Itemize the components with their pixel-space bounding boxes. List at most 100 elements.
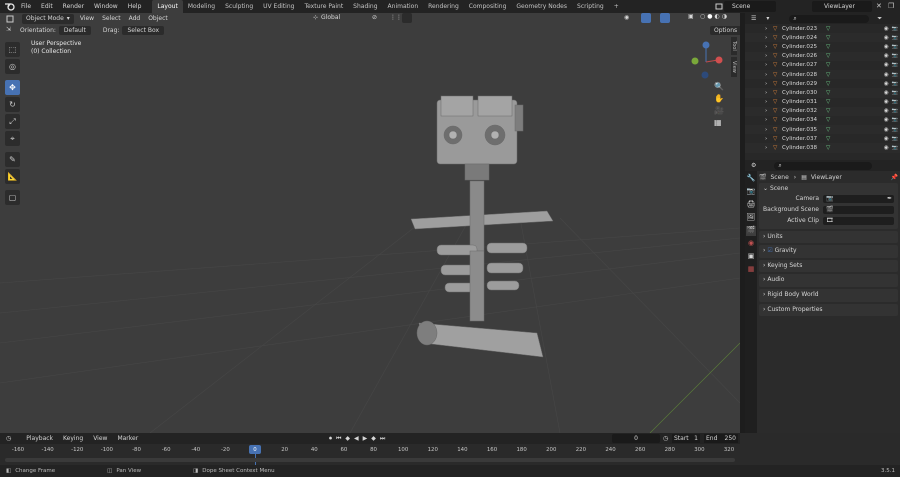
scene-selector[interactable]: Scene [724, 1, 776, 12]
vertex-data-icon[interactable]: ▽ [826, 117, 830, 123]
tab-shading[interactable]: Shading [348, 0, 382, 13]
copy-icon[interactable]: ❐ [888, 2, 894, 10]
eye-icon[interactable]: ◉ [884, 108, 889, 114]
filter-icon[interactable]: ⏷ [877, 15, 882, 23]
grid-perspective-icon[interactable]: ▦ [714, 118, 724, 127]
vertex-data-icon[interactable]: ▽ [826, 99, 830, 105]
timeline-menu-keying[interactable]: Keying [58, 435, 88, 442]
timeline-menu-playback[interactable]: Playback [21, 435, 58, 442]
options-button[interactable]: Options [710, 26, 740, 35]
sidebar-tab-view[interactable]: View [731, 56, 737, 77]
eye-icon[interactable]: ◉ [884, 62, 889, 68]
vertex-data-icon[interactable]: ▽ [826, 136, 830, 142]
vertex-data-icon[interactable]: ▽ [826, 90, 830, 96]
wireframe-shading-icon[interactable]: ○ [700, 13, 705, 20]
start-frame-field[interactable]: Start 1 [672, 434, 700, 443]
output-tab-icon[interactable]: 🖨 [746, 200, 756, 210]
chevron-right-icon[interactable]: › [765, 145, 773, 151]
display-mode-icon[interactable]: ▾ [766, 15, 769, 22]
menu-item-render[interactable]: Render [58, 0, 89, 13]
jump-start-icon[interactable]: ⏮ [336, 435, 341, 443]
add-cube-tool-icon[interactable]: ▢ [5, 190, 20, 205]
material-shading-icon[interactable]: ◐ [715, 13, 720, 20]
world-tab-icon[interactable]: ◉ [746, 239, 756, 249]
close-icon[interactable]: ✕ [876, 2, 882, 10]
play-icon[interactable]: ▶ [363, 435, 368, 443]
outliner-row[interactable]: › ▽ Cylinder.035 ▽ ◉ 📷 [745, 125, 900, 135]
move-tool-icon[interactable]: ✥ [5, 80, 20, 95]
vertex-data-icon[interactable]: ▽ [826, 81, 830, 87]
outliner-search-input[interactable]: ⌕ [789, 14, 870, 23]
menu-item-file[interactable]: File [16, 0, 36, 13]
chevron-right-icon[interactable]: › [765, 72, 773, 78]
eye-icon[interactable]: ◉ [884, 136, 889, 142]
solid-shading-icon[interactable]: ● [707, 13, 712, 20]
eye-icon[interactable]: ◉ [884, 44, 889, 50]
outliner-row[interactable]: › ▽ Cylinder.029 ▽ ◉ 📷 [745, 79, 900, 88]
properties-search-input[interactable]: ⌕ [774, 161, 873, 170]
annotate-tool-icon[interactable]: ✎ [5, 152, 20, 167]
outliner-row[interactable]: › ▽ Cylinder.024 ▽ ◉ 📷 [745, 33, 900, 43]
gizmo-toggle-icon[interactable] [641, 13, 651, 23]
collection-tab-icon[interactable]: ▣ [746, 252, 756, 262]
outliner-row[interactable]: › ▽ Cylinder.032 ▽ ◉ 📷 [745, 106, 900, 116]
vertex-data-icon[interactable]: ▽ [826, 53, 830, 59]
eye-icon[interactable]: ◉ [884, 26, 889, 32]
current-frame-field[interactable]: 0 [612, 434, 660, 443]
active-clip-field[interactable]: 🎞 [823, 217, 894, 226]
menu-item-edit[interactable]: Edit [36, 0, 58, 13]
chevron-right-icon[interactable]: › [765, 26, 773, 32]
chevron-right-icon[interactable]: › [765, 108, 773, 114]
3d-viewport[interactable]: Object Mode ▾ View Select Add Object ⊹ Glob… [0, 13, 740, 433]
viewport-menu-view[interactable]: View [76, 15, 98, 22]
orientation-dropdown[interactable]: Default [58, 25, 91, 35]
render-visibility-icon[interactable]: 📷 [892, 44, 898, 50]
scale-tool-icon[interactable]: ⤢ [5, 114, 20, 129]
next-keyframe-icon[interactable]: ◆ [371, 435, 376, 443]
play-reverse-icon[interactable]: ◀ [354, 435, 359, 443]
panel-custom-properties[interactable]: › Custom Properties [759, 303, 898, 317]
tab-texture-paint[interactable]: Texture Paint [299, 0, 348, 13]
chevron-right-icon[interactable]: › [765, 35, 773, 41]
outliner-row[interactable]: › ▽ Cylinder.034 ▽ ◉ 📷 [745, 116, 900, 125]
timeline-editor-icon[interactable]: ◷ [6, 435, 11, 442]
proportional-edit-icon[interactable] [402, 13, 412, 23]
rotate-tool-icon[interactable]: ↻ [5, 97, 20, 112]
chevron-right-icon[interactable]: › [765, 117, 773, 123]
panel-keying-sets[interactable]: › Keying Sets [759, 259, 898, 273]
render-visibility-icon[interactable]: 📷 [892, 136, 898, 142]
chevron-right-icon[interactable]: › [765, 99, 773, 105]
eyedropper-icon[interactable]: ✒ [887, 195, 892, 204]
outliner-row[interactable]: › ▽ Cylinder.025 ▽ ◉ 📷 [745, 42, 900, 51]
frame-ruler[interactable]: -160 -140 -120 -100 -80 -60 -40 -20 0 20 40 60 80 100… [0, 445, 740, 457]
snap-target-icon[interactable]: ⋮⋮ [390, 14, 402, 21]
viewport-menu-object[interactable]: Object [144, 15, 172, 22]
render-visibility-icon[interactable]: 📷 [892, 62, 898, 68]
transform-orientation-dropdown[interactable]: ⊹ Global [313, 14, 340, 21]
xray-icon[interactable]: ▣ [688, 13, 694, 20]
sidebar-tab-tool[interactable]: Tool [731, 37, 737, 55]
render-visibility-icon[interactable]: 📷 [892, 53, 898, 59]
render-visibility-icon[interactable]: 📷 [892, 99, 898, 105]
eye-icon[interactable]: ◉ [884, 81, 889, 87]
camera-field[interactable]: 📷 ✒ [823, 195, 894, 204]
chevron-right-icon[interactable]: › [765, 62, 773, 68]
eye-icon[interactable]: ◉ [884, 72, 889, 78]
eye-icon[interactable]: ◉ [884, 53, 889, 59]
tab-animation[interactable]: Animation [383, 0, 424, 13]
panel-audio[interactable]: › Audio [759, 274, 898, 287]
timeline-scrollbar[interactable] [5, 458, 735, 462]
drag-dropdown[interactable]: Select Box [122, 25, 165, 35]
rendered-shading-icon[interactable]: ◑ [722, 13, 727, 20]
texture-tab-icon[interactable]: ▦ [746, 265, 756, 275]
vertex-data-icon[interactable]: ▽ [826, 108, 830, 114]
chevron-right-icon[interactable]: › [765, 127, 773, 133]
select-box-tool-icon[interactable]: ⬚ [5, 42, 20, 57]
timeline-menu-view[interactable]: View [88, 435, 112, 442]
outliner-row[interactable]: › ▽ Cylinder.026 ▽ ◉ 📷 [745, 51, 900, 61]
outliner-row[interactable]: › ▽ Cylinder.031 ▽ ◉ 📷 [745, 98, 900, 107]
tab-rendering[interactable]: Rendering [423, 0, 464, 13]
render-visibility-icon[interactable]: 📷 [892, 117, 898, 123]
outliner-row[interactable]: › ▽ Cylinder.023 ▽ ◉ 📷 [745, 24, 900, 33]
chevron-right-icon[interactable]: › [765, 81, 773, 87]
